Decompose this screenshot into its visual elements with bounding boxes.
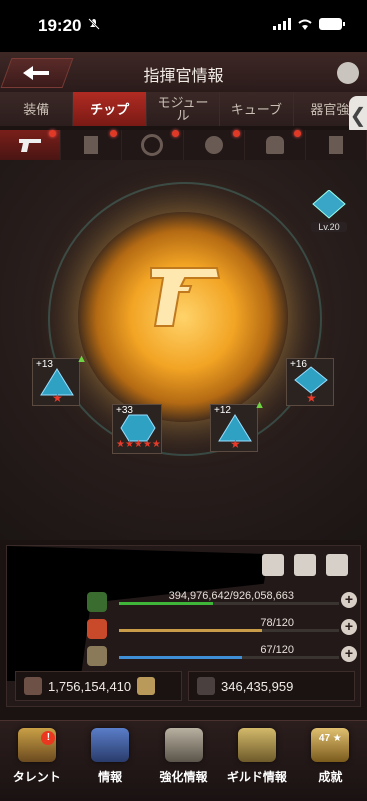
stat-bar [119, 602, 339, 605]
summary-row: 1,756,154,410 346,435,959 [15, 671, 355, 701]
nav-info[interactable]: 情報 [73, 721, 146, 801]
upgrade-arrow-icon: ▲ [76, 353, 87, 365]
tab-chip[interactable]: チップ [73, 92, 147, 126]
list-icon[interactable] [294, 554, 316, 576]
hp-value: 394,976,642/926,058,663 [168, 590, 294, 602]
power-value: 1,756,154,410 [48, 678, 132, 694]
chip-slot[interactable]: +12 ★ ▲ [210, 399, 265, 452]
ammo-value: 78/120 [260, 617, 294, 629]
subtab-gear[interactable] [184, 130, 245, 160]
notification-dot [293, 130, 301, 137]
energy-value: 67/120 [260, 644, 294, 656]
chip-stars: ★ [306, 391, 317, 405]
energy-fill [119, 656, 242, 659]
skull-icon [197, 677, 215, 695]
power-box: 1,756,154,410 [15, 671, 182, 701]
chip-icon [84, 136, 99, 154]
subtab-chip[interactable] [61, 130, 123, 160]
signal-icon [273, 17, 291, 35]
ammo-icon [87, 619, 107, 639]
chip-slot[interactable]: +16 ★ [286, 358, 334, 406]
stat-energy: 67/120 + [87, 644, 357, 666]
nav-label: 情報 [98, 770, 123, 784]
chip-stars: ★★★★★ [116, 439, 161, 450]
ammo-fill [119, 629, 262, 632]
kills-value: 346,435,959 [221, 678, 294, 694]
info-icon [91, 728, 130, 762]
ammo-plus-button[interactable]: + [341, 619, 357, 635]
battery-icon [319, 17, 345, 35]
stat-ammo: 78/120 + [87, 617, 357, 639]
subtab-pistol[interactable] [0, 130, 62, 160]
profile-icon[interactable] [262, 554, 284, 576]
mute-icon [87, 16, 101, 36]
armor-icon [265, 136, 284, 154]
achievement-count: 47 ★ [318, 733, 342, 744]
edit-icon[interactable] [326, 554, 348, 576]
pistol-icon [19, 139, 42, 152]
energy-plus-button[interactable]: + [341, 646, 357, 662]
boot-icon [328, 136, 343, 154]
subtab-boot[interactable] [306, 130, 367, 160]
tab-equipment[interactable]: 装備 [0, 92, 74, 126]
notification-dot [110, 130, 118, 137]
kills-box: 346,435,959 [188, 671, 355, 701]
nav-label: ギルド情報 [226, 770, 287, 784]
nav-achievement[interactable]: 47 ★ 成就 [294, 721, 367, 801]
status-bar: 19:20 [0, 0, 367, 52]
chip-slot[interactable]: +33 ★★★★★ [112, 404, 162, 454]
ring-icon [141, 134, 164, 156]
subtab-ring[interactable] [122, 130, 184, 160]
chip-slot-tabs [0, 130, 367, 160]
cube-icon [312, 189, 346, 219]
tab-cube[interactable]: キューブ [220, 92, 294, 126]
nav-talent[interactable]: ! タレント [0, 721, 73, 801]
chip-level-text: Lv.20 [311, 222, 347, 232]
tab-bar: 装備 チップ モジュー ル キューブ 器官強 [0, 92, 367, 126]
hp-fill [119, 602, 213, 605]
notification-dot [171, 130, 179, 137]
clock: 19:20 [38, 16, 82, 35]
pistol-icon [150, 267, 221, 327]
hp-plus-button[interactable]: + [341, 592, 357, 608]
nav-guild[interactable]: ギルド情報 [220, 721, 293, 801]
app-root: 19:20 指揮官情報 装備 チップ モジュー ル キューブ 器官強 ❮ Lv.… [0, 0, 367, 801]
stat-bar [119, 656, 339, 659]
subtab-armor[interactable] [245, 130, 306, 160]
hammer-icon [164, 728, 203, 762]
gear-icon [204, 136, 223, 154]
stat-hp: 394,976,642/926,058,663 + [87, 590, 357, 612]
chip-stars: ★ [52, 391, 63, 405]
bottom-nav: ! タレント 情報 強化情報 ギルド情報 47 ★ 成就 [0, 720, 367, 801]
title-bar: 指揮官情報 [0, 52, 367, 93]
tab-module[interactable]: モジュー ル [146, 92, 221, 126]
nav-upgrade[interactable]: 強化情報 [147, 721, 220, 801]
chip-view: Lv.20 +13 ★ ▲ +33 ★★★★★ +12 ★ ▲ +16 ★ [0, 160, 367, 540]
stats-toolbar [262, 554, 348, 576]
armor-icon [24, 677, 42, 695]
chip-level-badge[interactable]: Lv.20 [311, 189, 347, 232]
chip-slot[interactable]: +13 ★ ▲ [32, 353, 87, 406]
nav-label: 成就 [318, 770, 343, 784]
energy-icon [87, 646, 107, 666]
stats-icon[interactable] [337, 62, 359, 84]
status-icons [273, 17, 345, 35]
info-card-icon[interactable] [137, 677, 156, 695]
stat-bar [119, 629, 339, 632]
stats-panel: 394,976,642/926,058,663 + 78/120 + 67/12… [6, 545, 361, 707]
nav-label: タレント [12, 770, 61, 784]
chip-stars: ★ [230, 437, 241, 451]
wifi-icon [297, 17, 313, 35]
upgrade-arrow-icon: ▲ [254, 399, 265, 411]
crossed-swords-icon [237, 728, 276, 762]
notification-dot [49, 130, 57, 137]
notification-dot [232, 130, 240, 137]
status-time: 19:20 [38, 16, 101, 36]
page-title: 指揮官情報 [143, 68, 224, 85]
hp-icon [87, 592, 107, 612]
nav-label: 強化情報 [159, 770, 208, 784]
